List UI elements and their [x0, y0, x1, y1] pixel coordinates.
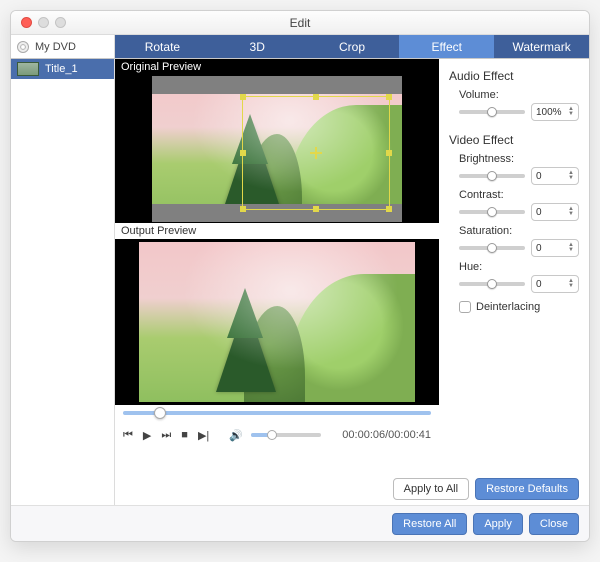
- crop-handle[interactable]: [240, 206, 246, 212]
- contrast-label: Contrast:: [449, 189, 579, 201]
- sidebar-root-label: My DVD: [35, 41, 76, 53]
- saturation-spinner[interactable]: 0 ▲▼: [531, 239, 579, 257]
- brightness-spinner[interactable]: 0 ▲▼: [531, 167, 579, 185]
- crop-handle[interactable]: [313, 94, 319, 100]
- stepper-down-icon[interactable]: ▼: [568, 248, 574, 253]
- volume-label: Volume:: [449, 89, 579, 101]
- hue-value: 0: [536, 279, 542, 290]
- crop-handle[interactable]: [313, 206, 319, 212]
- saturation-slider[interactable]: [459, 246, 525, 250]
- tab-3d[interactable]: 3D: [210, 35, 305, 58]
- disc-icon: [17, 41, 29, 53]
- footer: Apply to All Restore Defaults Restore Al…: [11, 505, 589, 541]
- volume-effect-slider[interactable]: [459, 110, 525, 114]
- crop-handle[interactable]: [240, 94, 246, 100]
- crop-handle[interactable]: [386, 206, 392, 212]
- output-frame: [139, 242, 415, 402]
- volume-icon[interactable]: 🔊: [229, 429, 243, 442]
- crop-handle[interactable]: [240, 150, 246, 156]
- tab-watermark[interactable]: Watermark: [494, 35, 589, 58]
- tab-effect[interactable]: Effect: [399, 35, 494, 58]
- stepper-down-icon[interactable]: ▼: [568, 284, 574, 289]
- play-icon[interactable]: ▶: [143, 429, 151, 442]
- original-frame: [152, 76, 402, 222]
- deinterlacing-label: Deinterlacing: [476, 301, 540, 313]
- crop-handle[interactable]: [386, 150, 392, 156]
- sidebar: Title_1: [11, 59, 115, 505]
- seek-thumb[interactable]: [154, 407, 166, 419]
- deinterlacing-row[interactable]: Deinterlacing: [449, 301, 579, 313]
- brightness-label: Brightness:: [449, 153, 579, 165]
- volume-slider[interactable]: [251, 433, 321, 437]
- main: Original Preview: [115, 59, 589, 505]
- volume-spinner[interactable]: 100% ▲▼: [531, 103, 579, 121]
- crop-rectangle[interactable]: [242, 96, 390, 210]
- sidebar-item-title1[interactable]: Title_1: [11, 59, 114, 79]
- letterbox-top: [152, 76, 402, 94]
- effects-panel: Audio Effect Volume: 100% ▲▼ Video Effec…: [439, 59, 589, 505]
- restore-all-button[interactable]: Restore All: [392, 513, 467, 535]
- saturation-value: 0: [536, 243, 542, 254]
- volume-value: 100%: [536, 107, 562, 118]
- video-frame-image: [139, 242, 415, 402]
- edit-window: Edit My DVD Rotate 3D Crop Effect Waterm…: [10, 10, 590, 542]
- player-controls: ⏮ ▶ ⏭ ■ ▶| 🔊 00:00:06/00:00:41: [115, 421, 439, 449]
- title-thumbnail-icon: [17, 62, 39, 76]
- stop-icon[interactable]: ■: [181, 429, 188, 442]
- stepper-down-icon[interactable]: ▼: [568, 112, 574, 117]
- prev-frame-icon[interactable]: ⏮: [123, 429, 133, 442]
- seek-track[interactable]: [123, 411, 431, 415]
- deinterlacing-checkbox[interactable]: [459, 301, 471, 313]
- close-button[interactable]: Close: [529, 513, 579, 535]
- apply-button[interactable]: Apply: [473, 513, 523, 535]
- seek-bar[interactable]: [115, 405, 439, 421]
- video-effect-title: Video Effect: [449, 133, 579, 147]
- brightness-value: 0: [536, 171, 542, 182]
- crop-handle[interactable]: [386, 94, 392, 100]
- contrast-value: 0: [536, 207, 542, 218]
- hue-label: Hue:: [449, 261, 579, 273]
- hue-spinner[interactable]: 0 ▲▼: [531, 275, 579, 293]
- tab-crop[interactable]: Crop: [305, 35, 400, 58]
- sidebar-root[interactable]: My DVD: [11, 35, 115, 58]
- time-display: 00:00:06/00:00:41: [342, 429, 431, 441]
- contrast-slider[interactable]: [459, 210, 525, 214]
- next-icon[interactable]: ▶|: [198, 429, 209, 442]
- sidebar-item-label: Title_1: [45, 63, 78, 75]
- tab-rotate[interactable]: Rotate: [115, 35, 210, 58]
- tab-bar: Rotate 3D Crop Effect Watermark: [115, 35, 589, 58]
- restore-defaults-button[interactable]: Restore Defaults: [475, 478, 579, 500]
- top-row: My DVD Rotate 3D Crop Effect Watermark: [11, 35, 589, 59]
- stepper-down-icon[interactable]: ▼: [568, 176, 574, 181]
- original-preview: [115, 75, 439, 223]
- titlebar: Edit: [11, 11, 589, 35]
- preview-column: Original Preview: [115, 59, 439, 505]
- volume-thumb[interactable]: [267, 430, 277, 440]
- apply-to-all-button[interactable]: Apply to All: [393, 478, 469, 500]
- contrast-spinner[interactable]: 0 ▲▼: [531, 203, 579, 221]
- original-preview-label: Original Preview: [115, 59, 439, 75]
- saturation-label: Saturation:: [449, 225, 579, 237]
- stepper-down-icon[interactable]: ▼: [568, 212, 574, 217]
- crop-center-icon: [310, 147, 322, 159]
- audio-effect-title: Audio Effect: [449, 69, 579, 83]
- window-title: Edit: [11, 16, 589, 30]
- output-preview: [115, 239, 439, 405]
- output-preview-label: Output Preview: [115, 223, 439, 239]
- fast-forward-icon[interactable]: ⏭: [161, 429, 171, 442]
- brightness-slider[interactable]: [459, 174, 525, 178]
- body: Title_1 Original Preview: [11, 59, 589, 505]
- hue-slider[interactable]: [459, 282, 525, 286]
